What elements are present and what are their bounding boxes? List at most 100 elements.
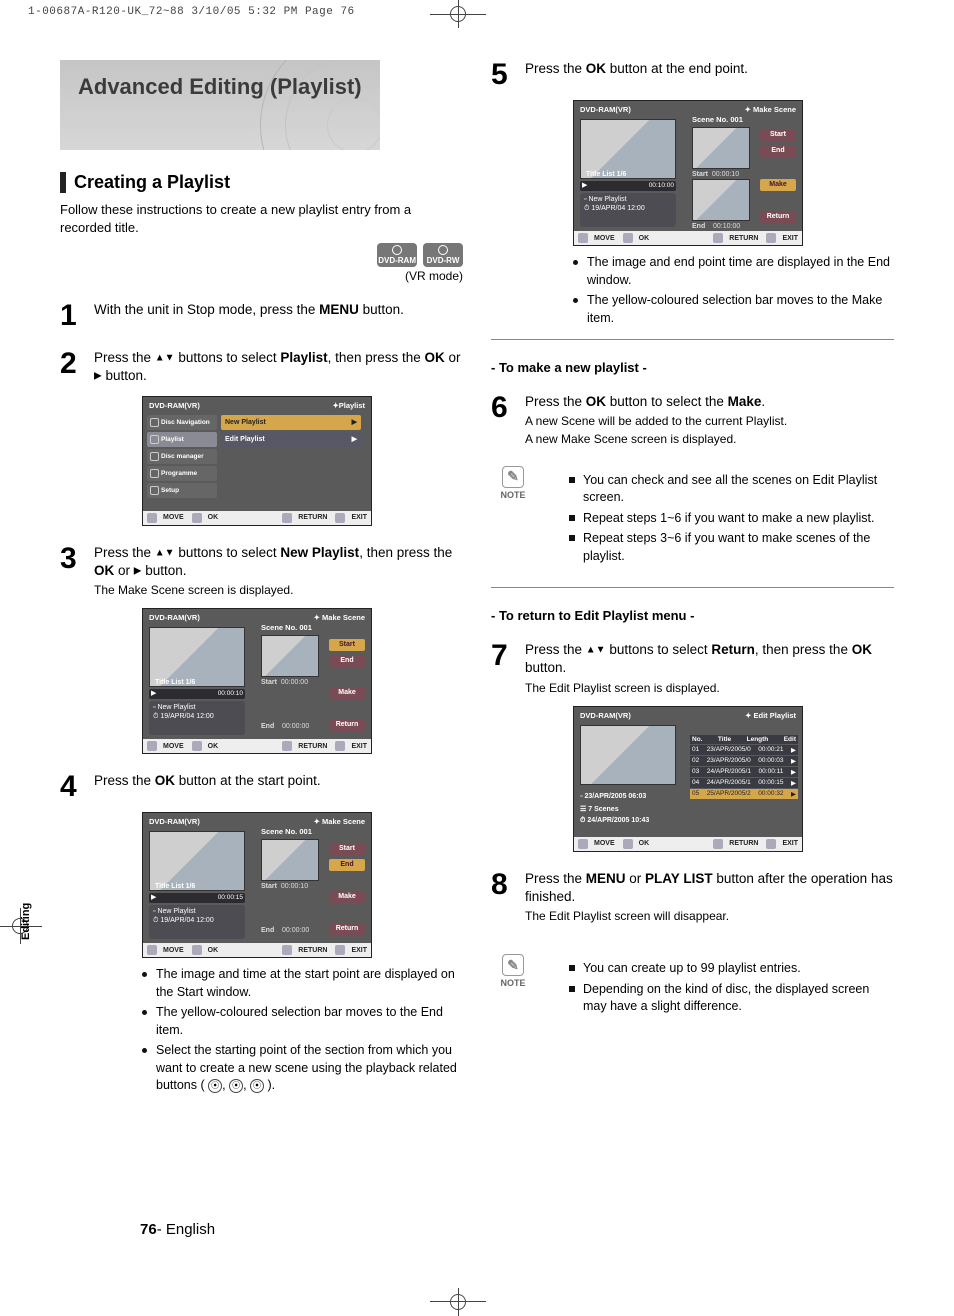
step-subtext: The Make Scene screen is displayed. — [94, 582, 463, 598]
step-text: button. — [102, 368, 147, 383]
ss-progress: ▶00:00:15 — [149, 893, 245, 903]
table-row: 0324/APR/2005/100:00:11▶ — [690, 767, 798, 777]
step-text: buttons to select — [606, 642, 712, 657]
key-icon — [335, 513, 345, 523]
ss-thumbnail — [149, 627, 245, 687]
menu-icon — [150, 418, 159, 427]
screenshot-make-scene-start: DVD-RAM(VR) ✦ Make Scene Title List 1/6 … — [142, 812, 372, 958]
step-7: 7 Press the ▲▼ buttons to select Return,… — [491, 641, 894, 696]
up-down-icon: ▲▼ — [586, 645, 606, 656]
step-bold: OK — [424, 350, 444, 365]
list-item: The yellow-coloured selection bar moves … — [142, 1004, 463, 1039]
step-text: , then press the — [359, 545, 452, 560]
step-text: buttons to select — [175, 545, 281, 560]
step-text: ). — [268, 1078, 276, 1092]
key-icon — [335, 741, 345, 751]
list-item: The image and time at the start point ar… — [142, 966, 463, 1001]
note-label: NOTE — [491, 978, 535, 988]
key-icon — [147, 741, 157, 751]
key-icon — [578, 839, 588, 849]
step-bold: OK — [586, 61, 606, 76]
step-text: Press the — [94, 350, 155, 365]
up-down-icon: ▲▼ — [155, 547, 175, 558]
step-text: button. — [141, 563, 186, 578]
ss-footer: MOVE OK RETURN EXIT — [574, 231, 802, 245]
step-text: button. — [525, 660, 566, 675]
vr-mode-label: (VR mode) — [60, 269, 463, 283]
ss-footer: MOVE OK RETURN EXIT — [143, 739, 371, 753]
menu-discnav: Disc Navigation — [147, 415, 217, 430]
step-5: 5 Press the OK button at the end point. — [491, 60, 894, 90]
ss-play-icon: ▶ — [582, 181, 587, 189]
ss-thumbnail-small — [261, 635, 319, 677]
ss-table: No.TitleLengthEdit 0123/APR/2005/000:00:… — [690, 735, 798, 799]
crop-mark — [450, 1294, 466, 1310]
ss-thumbnail — [580, 725, 676, 785]
left-column: Advanced Editing (Playlist) Creating a P… — [60, 60, 463, 1105]
step-text: button at the end point. — [606, 61, 748, 76]
ss-end-label: End 00:10:00 — [692, 223, 740, 230]
key-icon — [282, 945, 292, 955]
menu-edit-playlist: Edit Playlist▶ — [221, 432, 361, 447]
ss-disc-label: DVD-RAM(VR) — [149, 401, 200, 410]
ss-btn-end: End — [329, 859, 365, 871]
step-number: 2 — [60, 349, 94, 385]
list-item: Select the starting point of the section… — [142, 1042, 463, 1095]
key-icon — [335, 945, 345, 955]
step-bold: OK — [852, 642, 872, 657]
step-bold: MENU — [586, 871, 626, 886]
ss-title: ✦ Make Scene — [314, 613, 365, 622]
right-arrow-icon: ▶ — [352, 435, 357, 443]
key-icon — [282, 513, 292, 523]
ss-thumbnail-small — [692, 179, 750, 221]
note-icon — [502, 466, 524, 488]
after-step5-bullets: The image and end point time are display… — [573, 254, 894, 327]
key-icon — [192, 945, 202, 955]
step-bold: OK — [155, 773, 175, 788]
dvd-ram-badge: DVD-RAM — [377, 243, 417, 267]
key-icon — [713, 839, 723, 849]
step-4: 4 Press the OK button at the start point… — [60, 772, 463, 802]
step-bold: Return — [711, 642, 755, 657]
ss-title-list: Title List 1/6 — [155, 679, 195, 686]
step-bold: PLAY LIST — [645, 871, 713, 886]
step-number: 3 — [60, 544, 94, 599]
step-bold: MENU — [319, 302, 359, 317]
ss-start-label: Start 00:00:00 — [261, 679, 308, 686]
page-footer: 76- English — [140, 1221, 215, 1238]
sub-section-return: - To return to Edit Playlist menu - — [491, 608, 894, 623]
step-bold: OK — [586, 394, 606, 409]
step-subtext: A new Scene will be added to the current… — [525, 413, 894, 429]
list-item: Repeat steps 3~6 if you want to make sce… — [569, 530, 894, 565]
menu-icon — [150, 486, 159, 495]
menu-icon — [150, 435, 159, 444]
key-icon — [766, 233, 776, 243]
list-item: Repeat steps 1~6 if you want to make a n… — [569, 510, 894, 528]
menu-icon — [150, 452, 159, 461]
ss-btn-end: End — [329, 655, 365, 667]
section-heading: Creating a Playlist — [60, 172, 463, 193]
ss-btn-return: Return — [329, 719, 365, 731]
ss-disc-label: DVD-RAM(VR) — [149, 613, 200, 622]
step-text: , then press the — [755, 642, 852, 657]
list-item: You can check and see all the scenes on … — [569, 472, 894, 507]
ss-btn-return: Return — [760, 211, 796, 223]
crop-mark — [450, 6, 466, 22]
play-pause-icon: ⦿ — [208, 1079, 222, 1093]
step-bold: Make — [728, 394, 762, 409]
title-box: Advanced Editing (Playlist) — [60, 60, 380, 150]
dvd-rw-badge: DVD-RW — [423, 243, 463, 267]
menu-new-playlist: New Playlist▶ — [221, 415, 361, 430]
ss-btn-make: Make — [760, 179, 796, 191]
step-text: button at the start point. — [175, 773, 321, 788]
ss-play-icon: ▶ — [151, 893, 156, 901]
step-text: Press the — [525, 871, 586, 886]
list-item: You can create up to 99 playlist entries… — [569, 960, 894, 978]
screenshot-edit-playlist: DVD-RAM(VR) ✦ Edit Playlist ▫ 23/APR/200… — [573, 706, 803, 852]
ss-start-label: Start 00:00:10 — [261, 883, 308, 890]
step-3: 3 Press the ▲▼ buttons to select New Pla… — [60, 544, 463, 599]
step-bold: Playlist — [280, 350, 327, 365]
media-badges: DVD-RAM DVD-RW — [60, 242, 463, 267]
note-icon — [502, 954, 524, 976]
step-text: . — [761, 394, 765, 409]
